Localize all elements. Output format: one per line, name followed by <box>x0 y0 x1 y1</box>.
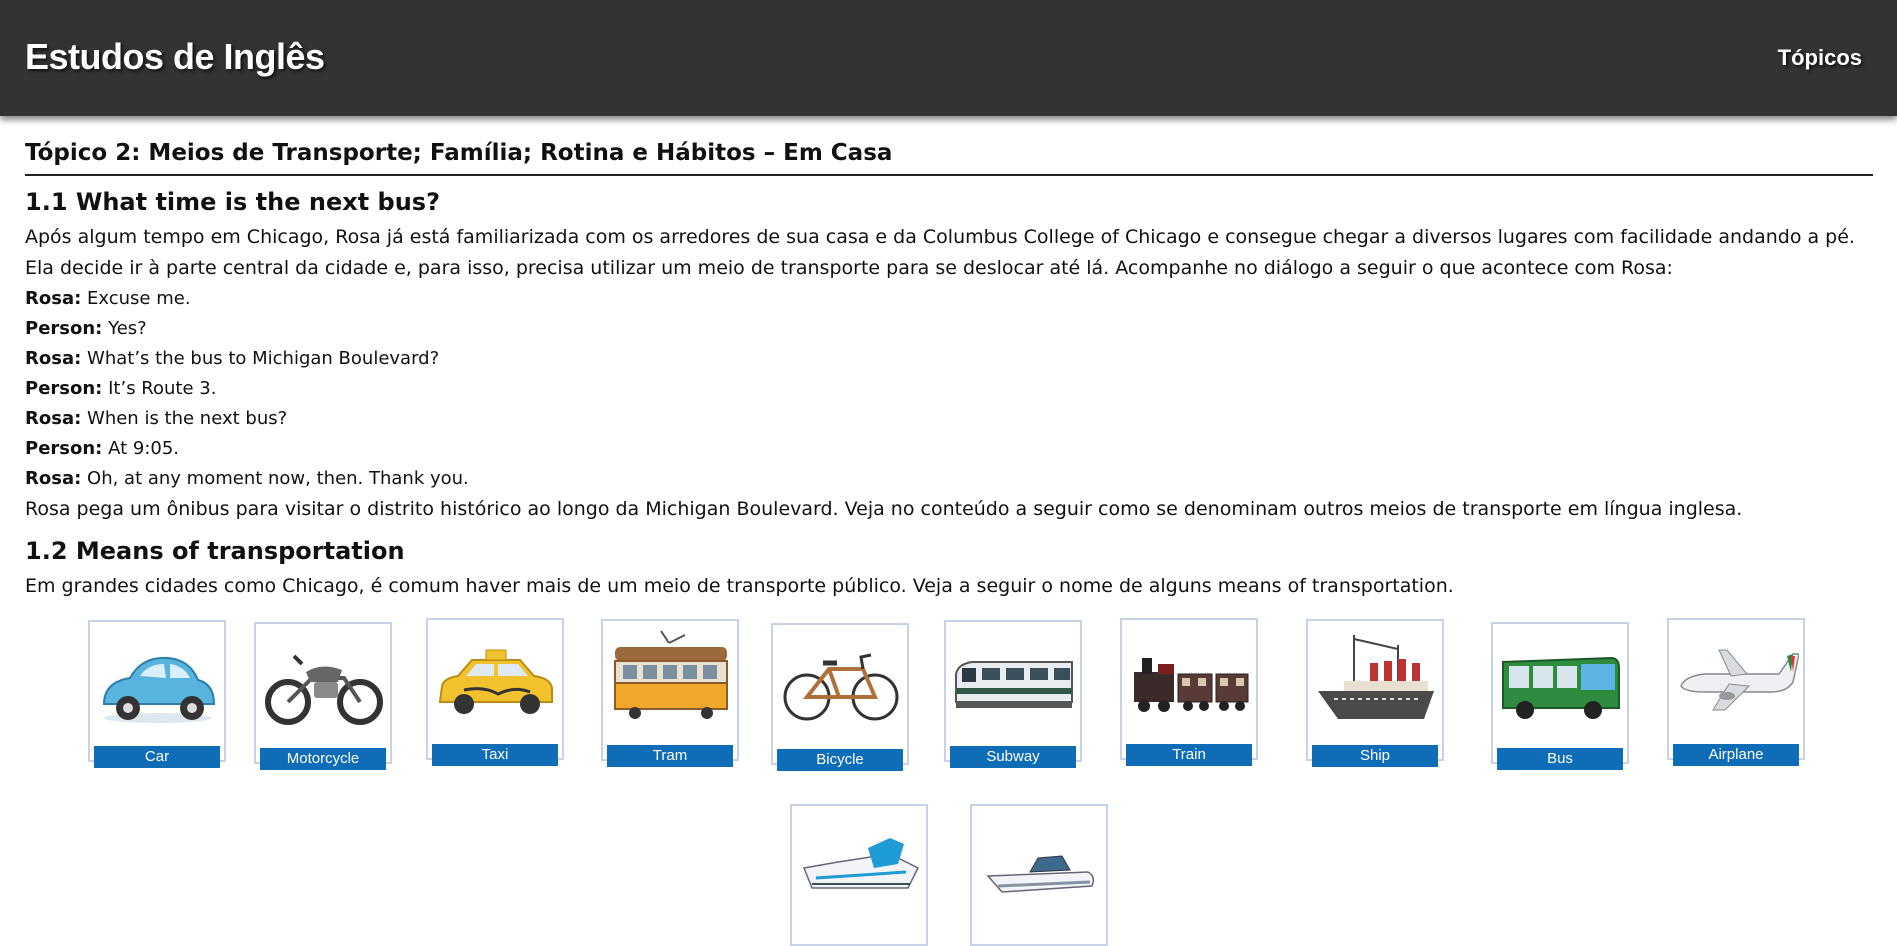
transport-card-ship[interactable]: Ship <box>1306 619 1444 767</box>
section-intro-paragraph: Após algum tempo em Chicago, Rosa já est… <box>25 226 1855 279</box>
transport-card-car[interactable]: Car <box>88 620 226 768</box>
dialog-speaker: Person: <box>25 378 103 399</box>
transport-card-bus[interactable]: Bus <box>1491 622 1629 770</box>
top-navigation-bar: Estudos de Inglês Tópicos <box>0 0 1897 116</box>
dialog-speaker: Rosa: <box>25 348 82 369</box>
dialog-speaker: Rosa: <box>25 408 82 429</box>
dialog-text: When is the next bus? <box>87 408 288 429</box>
transport-card-subway[interactable]: Subway <box>944 620 1082 768</box>
transport-intro-paragraph: Em grandes cidades como Chicago, é comum… <box>25 575 1454 597</box>
dialog-line: Rosa: Excuse me. <box>25 284 1873 314</box>
speedboat-icon <box>986 855 1095 893</box>
transport-card-motorcycle[interactable]: Motorcycle <box>254 622 392 770</box>
dialog-line: Rosa: What’s the bus to Michigan Bouleva… <box>25 344 1873 374</box>
transport-label: Bus <box>1497 748 1623 770</box>
train-icon <box>1134 658 1249 712</box>
transport-card-taxi[interactable]: Taxi <box>426 618 564 766</box>
bicycle-icon <box>783 653 899 721</box>
dialog-speaker: Person: <box>25 438 103 459</box>
dialog-text: Excuse me. <box>87 288 191 309</box>
transport-label: Taxi <box>432 744 558 766</box>
transport-card-airplane[interactable]: Airplane <box>1667 618 1805 766</box>
dialog-speaker: Rosa: <box>25 288 82 309</box>
transport-card-tram[interactable]: Tram <box>601 619 739 767</box>
airplane-icon <box>1680 649 1799 711</box>
transport-card-train[interactable]: Train <box>1120 618 1258 766</box>
taxi-icon <box>438 649 553 714</box>
dialog-text: Yes? <box>108 318 147 339</box>
subway-icon <box>955 661 1073 708</box>
transport-label: Subway <box>950 746 1076 768</box>
dialog-speaker: Rosa: <box>25 468 82 489</box>
car-icon <box>102 656 216 723</box>
transport-label: Ship <box>1312 745 1438 767</box>
site-title[interactable]: Estudos de Inglês <box>25 36 325 78</box>
dialog-line: Person: It’s Route 3. <box>25 374 1873 404</box>
bus-icon <box>1502 656 1620 719</box>
dialog: Rosa: Excuse me. Person: Yes? Rosa: What… <box>25 284 1873 494</box>
transport-label: Motorcycle <box>260 748 386 770</box>
motorcycle-icon <box>265 654 383 725</box>
transport-label: Train <box>1126 744 1252 766</box>
dialog-speaker: Person: <box>25 318 103 339</box>
section-heading-means-of-transportation: 1.2 Means of transportation <box>25 537 405 565</box>
transport-label: Airplane <box>1673 744 1799 766</box>
tram-icon <box>614 630 728 719</box>
ferry-icon <box>802 838 920 889</box>
section-outro-paragraph: Rosa pega um ônibus para visitar o distr… <box>25 498 1743 520</box>
topic-title: Tópico 2: Meios de Transporte; Família; … <box>25 140 1873 176</box>
transport-card-bicycle[interactable]: Bicycle <box>771 623 909 771</box>
topics-link[interactable]: Tópicos <box>1778 45 1862 71</box>
dialog-text: Oh, at any moment now, then. Thank you. <box>87 468 469 489</box>
ship-icon <box>1318 635 1434 719</box>
transport-card-speedboat[interactable] <box>970 804 1108 946</box>
main-content: Tópico 2: Meios de Transporte; Família; … <box>25 140 1873 602</box>
dialog-text: At 9:05. <box>108 438 180 459</box>
dialog-text: What’s the bus to Michigan Boulevard? <box>87 348 440 369</box>
transport-label: Car <box>94 746 220 768</box>
dialog-line: Rosa: Oh, at any moment now, then. Thank… <box>25 464 1873 494</box>
dialog-line: Rosa: When is the next bus? <box>25 404 1873 434</box>
transport-label: Bicycle <box>777 749 903 771</box>
dialog-line: Person: At 9:05. <box>25 434 1873 464</box>
transport-label: Tram <box>607 745 733 767</box>
section-heading-next-bus: 1.1 What time is the next bus? <box>25 188 440 216</box>
dialog-text: It’s Route 3. <box>108 378 217 399</box>
dialog-line: Person: Yes? <box>25 314 1873 344</box>
transport-card-ferry[interactable] <box>790 804 928 946</box>
